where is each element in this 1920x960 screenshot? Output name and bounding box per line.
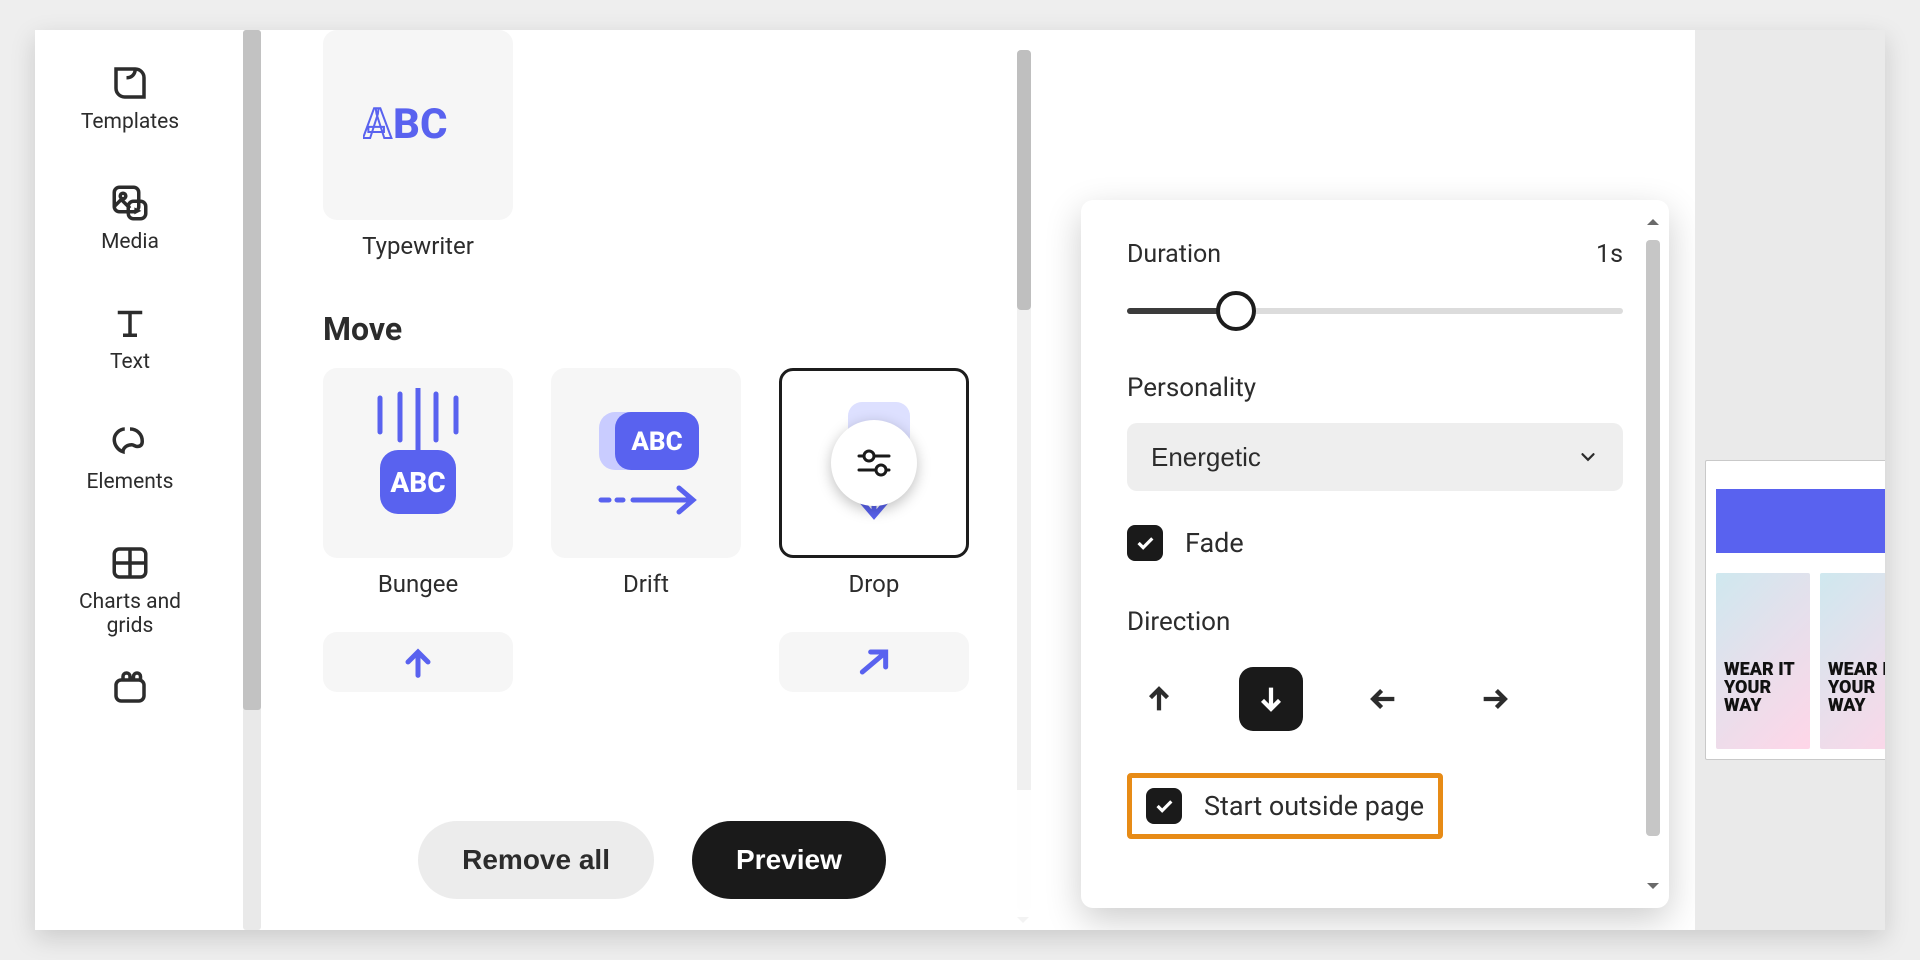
svg-text:A: A (363, 100, 392, 149)
fade-label: Fade (1185, 527, 1244, 559)
direction-right-button[interactable] (1463, 667, 1527, 731)
direction-up-button[interactable] (1127, 667, 1191, 731)
animation-card-bungee[interactable]: ABC Bungee (323, 368, 513, 598)
personality-select[interactable]: Energetic (1127, 423, 1623, 491)
sliders-icon (851, 440, 897, 486)
canvas-area: WEAR IT YOUR WAY WEAR IT YOUR WAY (1695, 30, 1885, 930)
fade-checkbox-row[interactable]: Fade (1127, 525, 1623, 561)
popover-scrollbar[interactable] (1641, 212, 1665, 896)
section-title-move: Move (323, 310, 1037, 348)
animation-label: Bungee (378, 570, 458, 598)
start-outside-highlight: Start outside page (1127, 773, 1443, 839)
duration-label: Duration (1127, 240, 1221, 269)
arrow-right-icon (1478, 682, 1512, 716)
svg-text:ABC: ABC (390, 466, 445, 499)
personality-label: Personality (1127, 373, 1623, 403)
duration-slider[interactable] (1127, 295, 1623, 327)
start-outside-checkbox[interactable] (1146, 788, 1182, 824)
sidebar-item-elements[interactable]: Elements (86, 422, 173, 494)
canvas-thumbnail-2: WEAR IT YOUR WAY (1820, 573, 1885, 749)
addons-icon (109, 666, 151, 708)
animation-panel: A BC Typewriter Move (267, 30, 1037, 930)
arrow-up-icon (1142, 682, 1176, 716)
sidebar-item-charts[interactable]: Charts and grids (65, 542, 195, 638)
sidebar-item-media[interactable]: Media (101, 182, 159, 254)
canvas-blue-bar (1716, 489, 1885, 553)
sidebar-label-charts: Charts and grids (65, 590, 195, 638)
bungee-preview-icon: ABC (348, 388, 488, 538)
text-icon (109, 302, 151, 344)
sidebar-label-text: Text (110, 350, 150, 374)
sidebar-item-templates[interactable]: Templates (81, 62, 179, 134)
media-icon (109, 182, 151, 224)
animation-label: Drift (623, 570, 669, 598)
sidebar-item-addons[interactable] (109, 666, 151, 708)
sidebar-label-templates: Templates (81, 110, 179, 134)
animation-options-popover: Duration 1s Personality Energetic Fade D… (1081, 200, 1669, 908)
arrow-left-icon (1366, 682, 1400, 716)
charts-icon (109, 542, 151, 584)
animation-panel-footer: Remove all Preview (267, 790, 1037, 930)
sidebar-item-text[interactable]: Text (109, 302, 151, 374)
arrow-down-icon (1254, 682, 1288, 716)
animation-label: Typewriter (362, 232, 474, 260)
elements-icon (109, 422, 151, 464)
animation-settings-button[interactable] (831, 420, 917, 506)
arrow-up-icon (398, 642, 438, 682)
canvas-document[interactable]: WEAR IT YOUR WAY WEAR IT YOUR WAY (1705, 460, 1885, 760)
fade-checkbox[interactable] (1127, 525, 1163, 561)
scroll-down-icon (1643, 876, 1663, 896)
animation-card-drift[interactable]: ABC Drift (551, 368, 741, 598)
check-icon (1153, 795, 1175, 817)
animation-card-drop[interactable]: Drop (779, 368, 969, 598)
animation-card-extra-3[interactable] (779, 632, 969, 692)
sidebar-label-elements: Elements (86, 470, 173, 494)
left-sidebar: Templates Media Text Elements Charts and… (35, 30, 225, 930)
scroll-up-icon (1643, 212, 1663, 232)
animation-card-extra-1[interactable] (323, 632, 513, 692)
typewriter-preview-icon: A BC (363, 100, 473, 150)
duration-value: 1s (1596, 240, 1623, 269)
direction-down-button[interactable] (1239, 667, 1303, 731)
direction-buttons (1127, 667, 1623, 731)
preview-button[interactable]: Preview (692, 821, 886, 899)
personality-value: Energetic (1151, 442, 1261, 473)
svg-text:ABC: ABC (631, 427, 682, 457)
start-outside-label: Start outside page (1204, 790, 1424, 822)
animation-label: Drop (849, 570, 900, 598)
canvas-thumbnail-1: WEAR IT YOUR WAY (1716, 573, 1810, 749)
remove-all-button[interactable]: Remove all (418, 821, 654, 899)
drift-preview-icon: ABC (571, 388, 721, 538)
svg-text:BC: BC (393, 100, 448, 149)
direction-label: Direction (1127, 607, 1623, 637)
chevron-down-icon (1577, 446, 1599, 468)
templates-icon (109, 62, 151, 104)
check-icon (1134, 532, 1156, 554)
sidebar-label-media: Media (101, 230, 159, 254)
animation-card-typewriter[interactable]: A BC Typewriter (323, 30, 513, 260)
sidebar-scrollbar[interactable] (237, 30, 267, 930)
direction-left-button[interactable] (1351, 667, 1415, 731)
arrow-upright-icon (852, 642, 896, 682)
